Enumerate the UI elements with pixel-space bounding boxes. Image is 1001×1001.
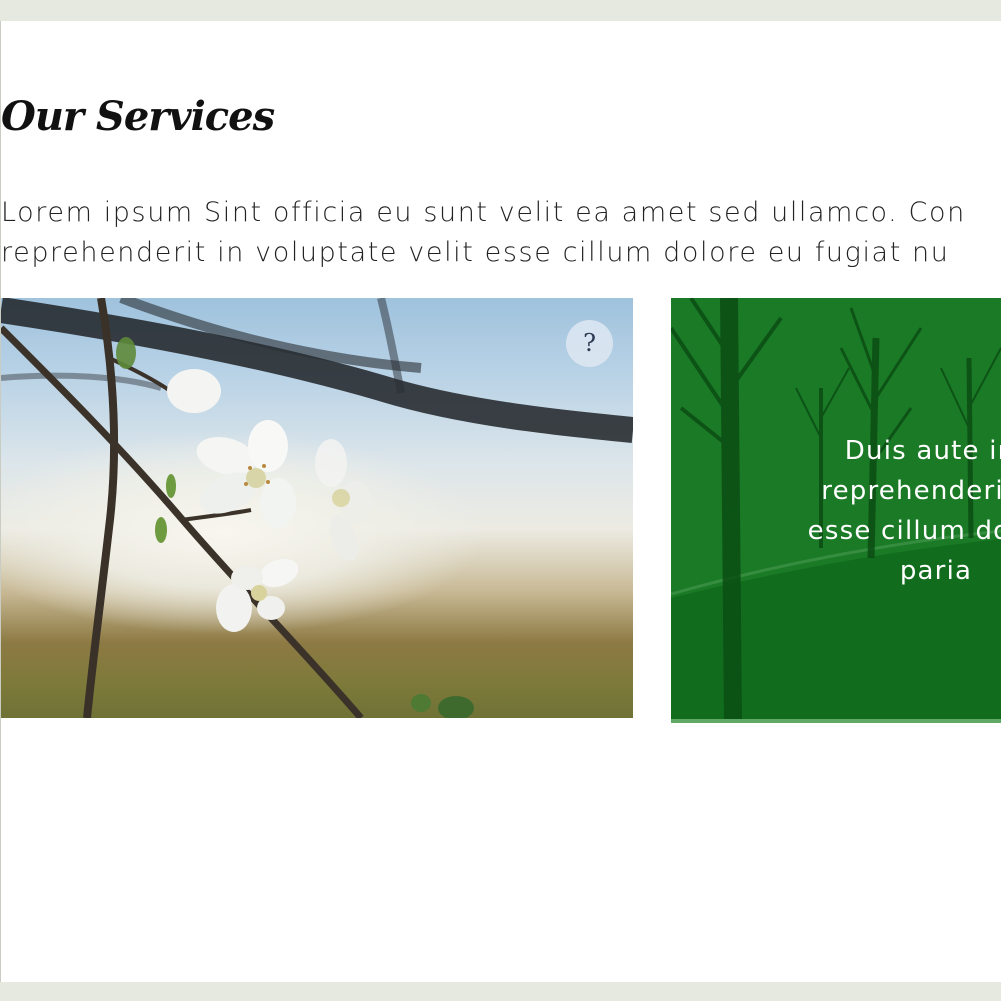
green-card-line: esse cillum dolore — [807, 516, 1001, 546]
blossom-photo-card[interactable]: ? — [1, 298, 633, 718]
green-card-text: Duis aute iru reprehenderit in esse cill… — [726, 431, 1001, 591]
green-service-card[interactable]: Duis aute iru reprehenderit in esse cill… — [671, 298, 1001, 723]
intro-line: Lorem ipsum Sint officia eu sunt velit e… — [1, 197, 966, 228]
page: Our Services Lorem ipsum Sint officia eu… — [0, 21, 1001, 982]
blossom-photo-image — [1, 298, 633, 718]
green-card-line: paria — [899, 556, 973, 586]
green-card-line: Duis aute iru — [844, 436, 1001, 466]
green-card-line: reprehenderit in — [821, 476, 1001, 506]
intro-line: reprehenderit in voluptate velit esse ci… — [1, 237, 950, 268]
section-heading: Our Services — [1, 93, 275, 140]
intro-paragraph: Lorem ipsum Sint officia eu sunt velit e… — [1, 193, 1001, 273]
question-icon[interactable]: ? — [566, 320, 613, 367]
